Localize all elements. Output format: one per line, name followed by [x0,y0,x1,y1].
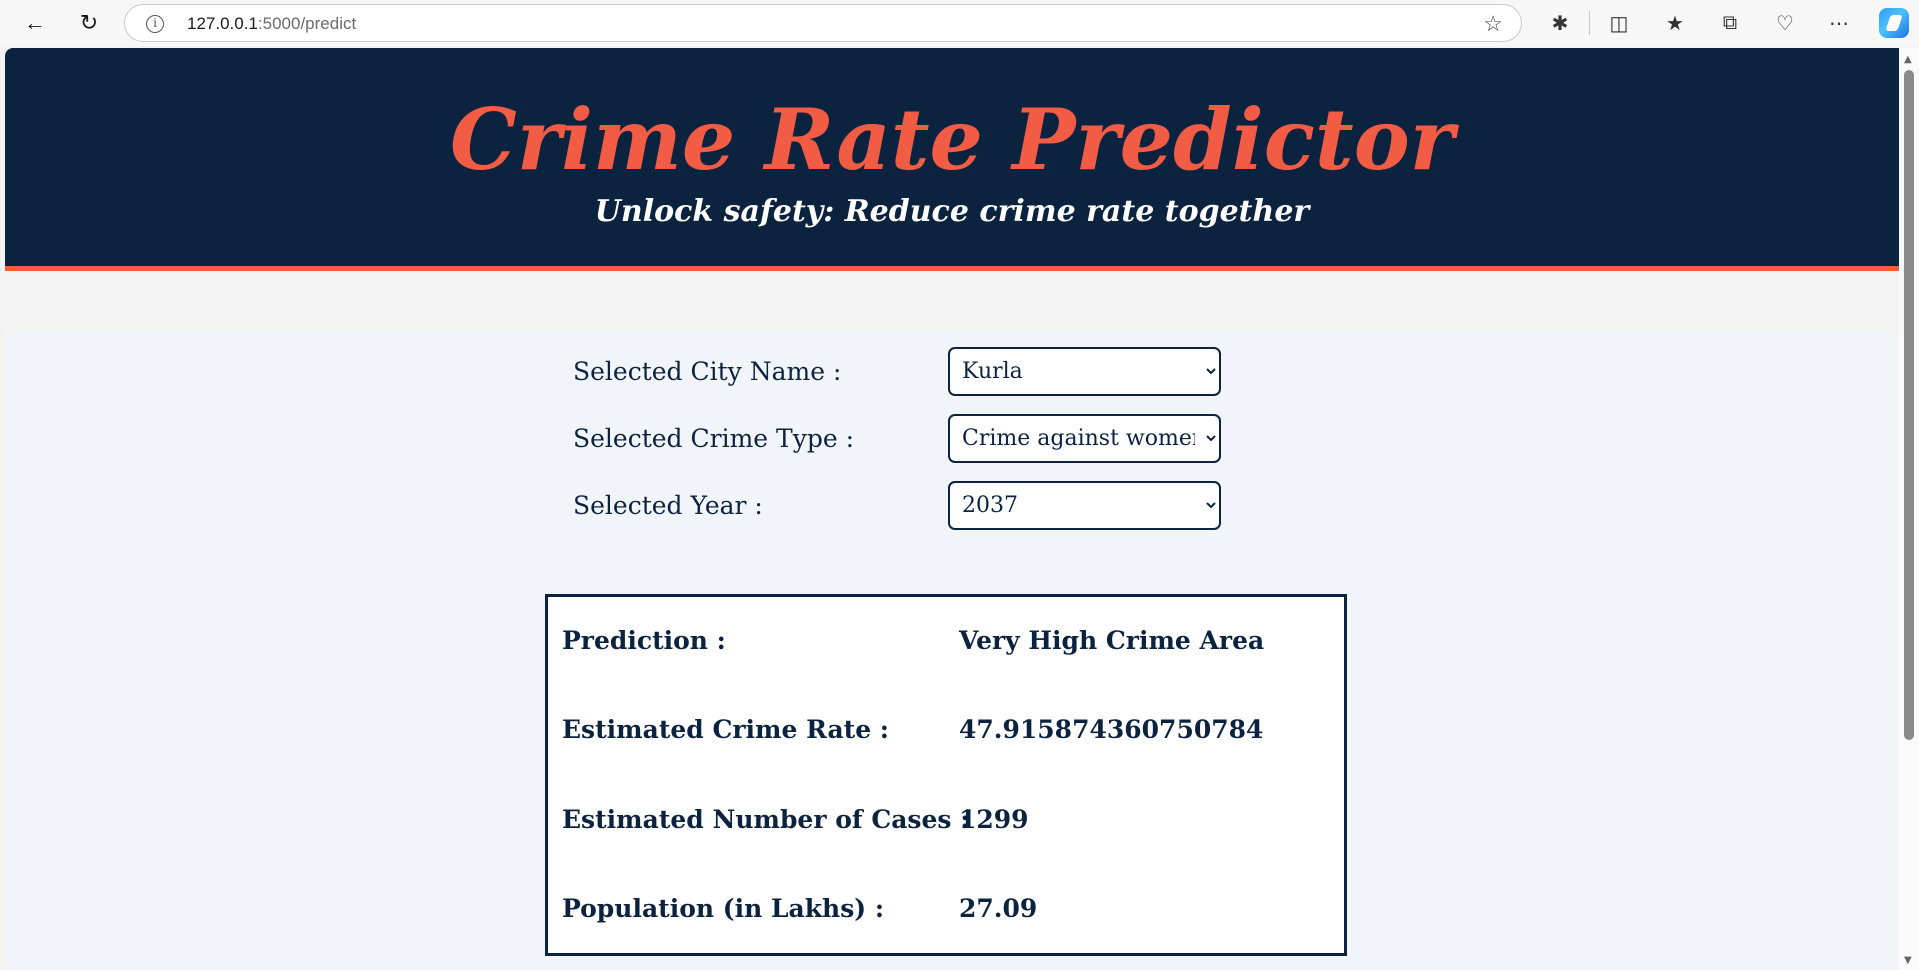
scroll-thumb[interactable] [1904,70,1914,740]
scroll-up-icon[interactable]: ▲ [1904,54,1912,65]
page-title: Crime Rate Predictor [450,90,1454,189]
prediction-row: Prediction : Very High Crime Area [562,626,1332,666]
site-header: Crime Rate Predictor Unlock safety: Redu… [5,48,1899,271]
page-subtitle: Unlock safety: Reduce crime rate togethe… [594,194,1310,229]
prediction-label: Prediction : [562,626,726,655]
population-row: Population (in Lakhs) : 27.09 [562,894,1332,934]
crime-rate-row: Estimated Crime Rate : 47.91587436075078… [562,715,1332,755]
collections-icon[interactable]: ⧉ [1714,8,1746,38]
cases-row: Estimated Number of Cases : 1299 [562,805,1332,845]
crime-type-label: Selected Crime Type : [573,424,854,453]
site-info-icon[interactable]: i [146,15,164,33]
population-value: 27.09 [959,894,1038,923]
year-select[interactable]: 2037 [948,481,1221,530]
vertical-scrollbar[interactable]: ▲ ▼ [1899,48,1919,970]
extensions-icon[interactable]: ✱ [1544,8,1576,38]
year-label: Selected Year : [573,491,763,520]
back-arrow-icon[interactable]: ← [19,8,51,38]
more-options-icon[interactable]: ⋯ [1823,8,1855,38]
population-label: Population (in Lakhs) : [562,894,885,923]
split-screen-icon[interactable]: ◫ [1603,8,1635,38]
scroll-down-icon[interactable]: ▼ [1904,955,1912,966]
copilot-icon[interactable] [1879,8,1909,38]
city-select[interactable]: Kurla [948,347,1221,396]
crime-rate-value: 47.915874360750784 [959,715,1264,744]
crime-type-row: Selected Crime Type : Crime against wome… [573,414,1239,464]
year-row: Selected Year : 2037 [573,481,1239,531]
cases-label: Estimated Number of Cases : [562,805,970,834]
url-text[interactable]: 127.0.0.1:5000/predict [187,14,356,34]
header-spacer [5,271,1899,331]
prediction-value: Very High Crime Area [959,626,1265,655]
page-viewport: Crime Rate Predictor Unlock safety: Redu… [5,48,1899,970]
crime-rate-label: Estimated Crime Rate : [562,715,890,744]
city-row: Selected City Name : Kurla [573,347,1239,397]
crime-type-select[interactable]: Crime against women [948,414,1221,463]
city-label: Selected City Name : [573,357,842,386]
browser-essentials-icon[interactable]: ♡ [1769,8,1801,38]
address-bar[interactable]: i 127.0.0.1:5000/predict ☆ [124,4,1522,42]
favorite-star-icon[interactable]: ☆ [1483,11,1503,37]
toolbar-divider [1589,11,1590,35]
prediction-results: Prediction : Very High Crime Area Estima… [545,594,1347,956]
browser-toolbar: ← ↻ i 127.0.0.1:5000/predict ☆ ✱ ◫ ★ ⧉ ♡… [0,0,1919,46]
favorites-icon[interactable]: ★ [1659,8,1691,38]
refresh-icon[interactable]: ↻ [73,8,105,38]
cases-value: 1299 [959,805,1029,834]
